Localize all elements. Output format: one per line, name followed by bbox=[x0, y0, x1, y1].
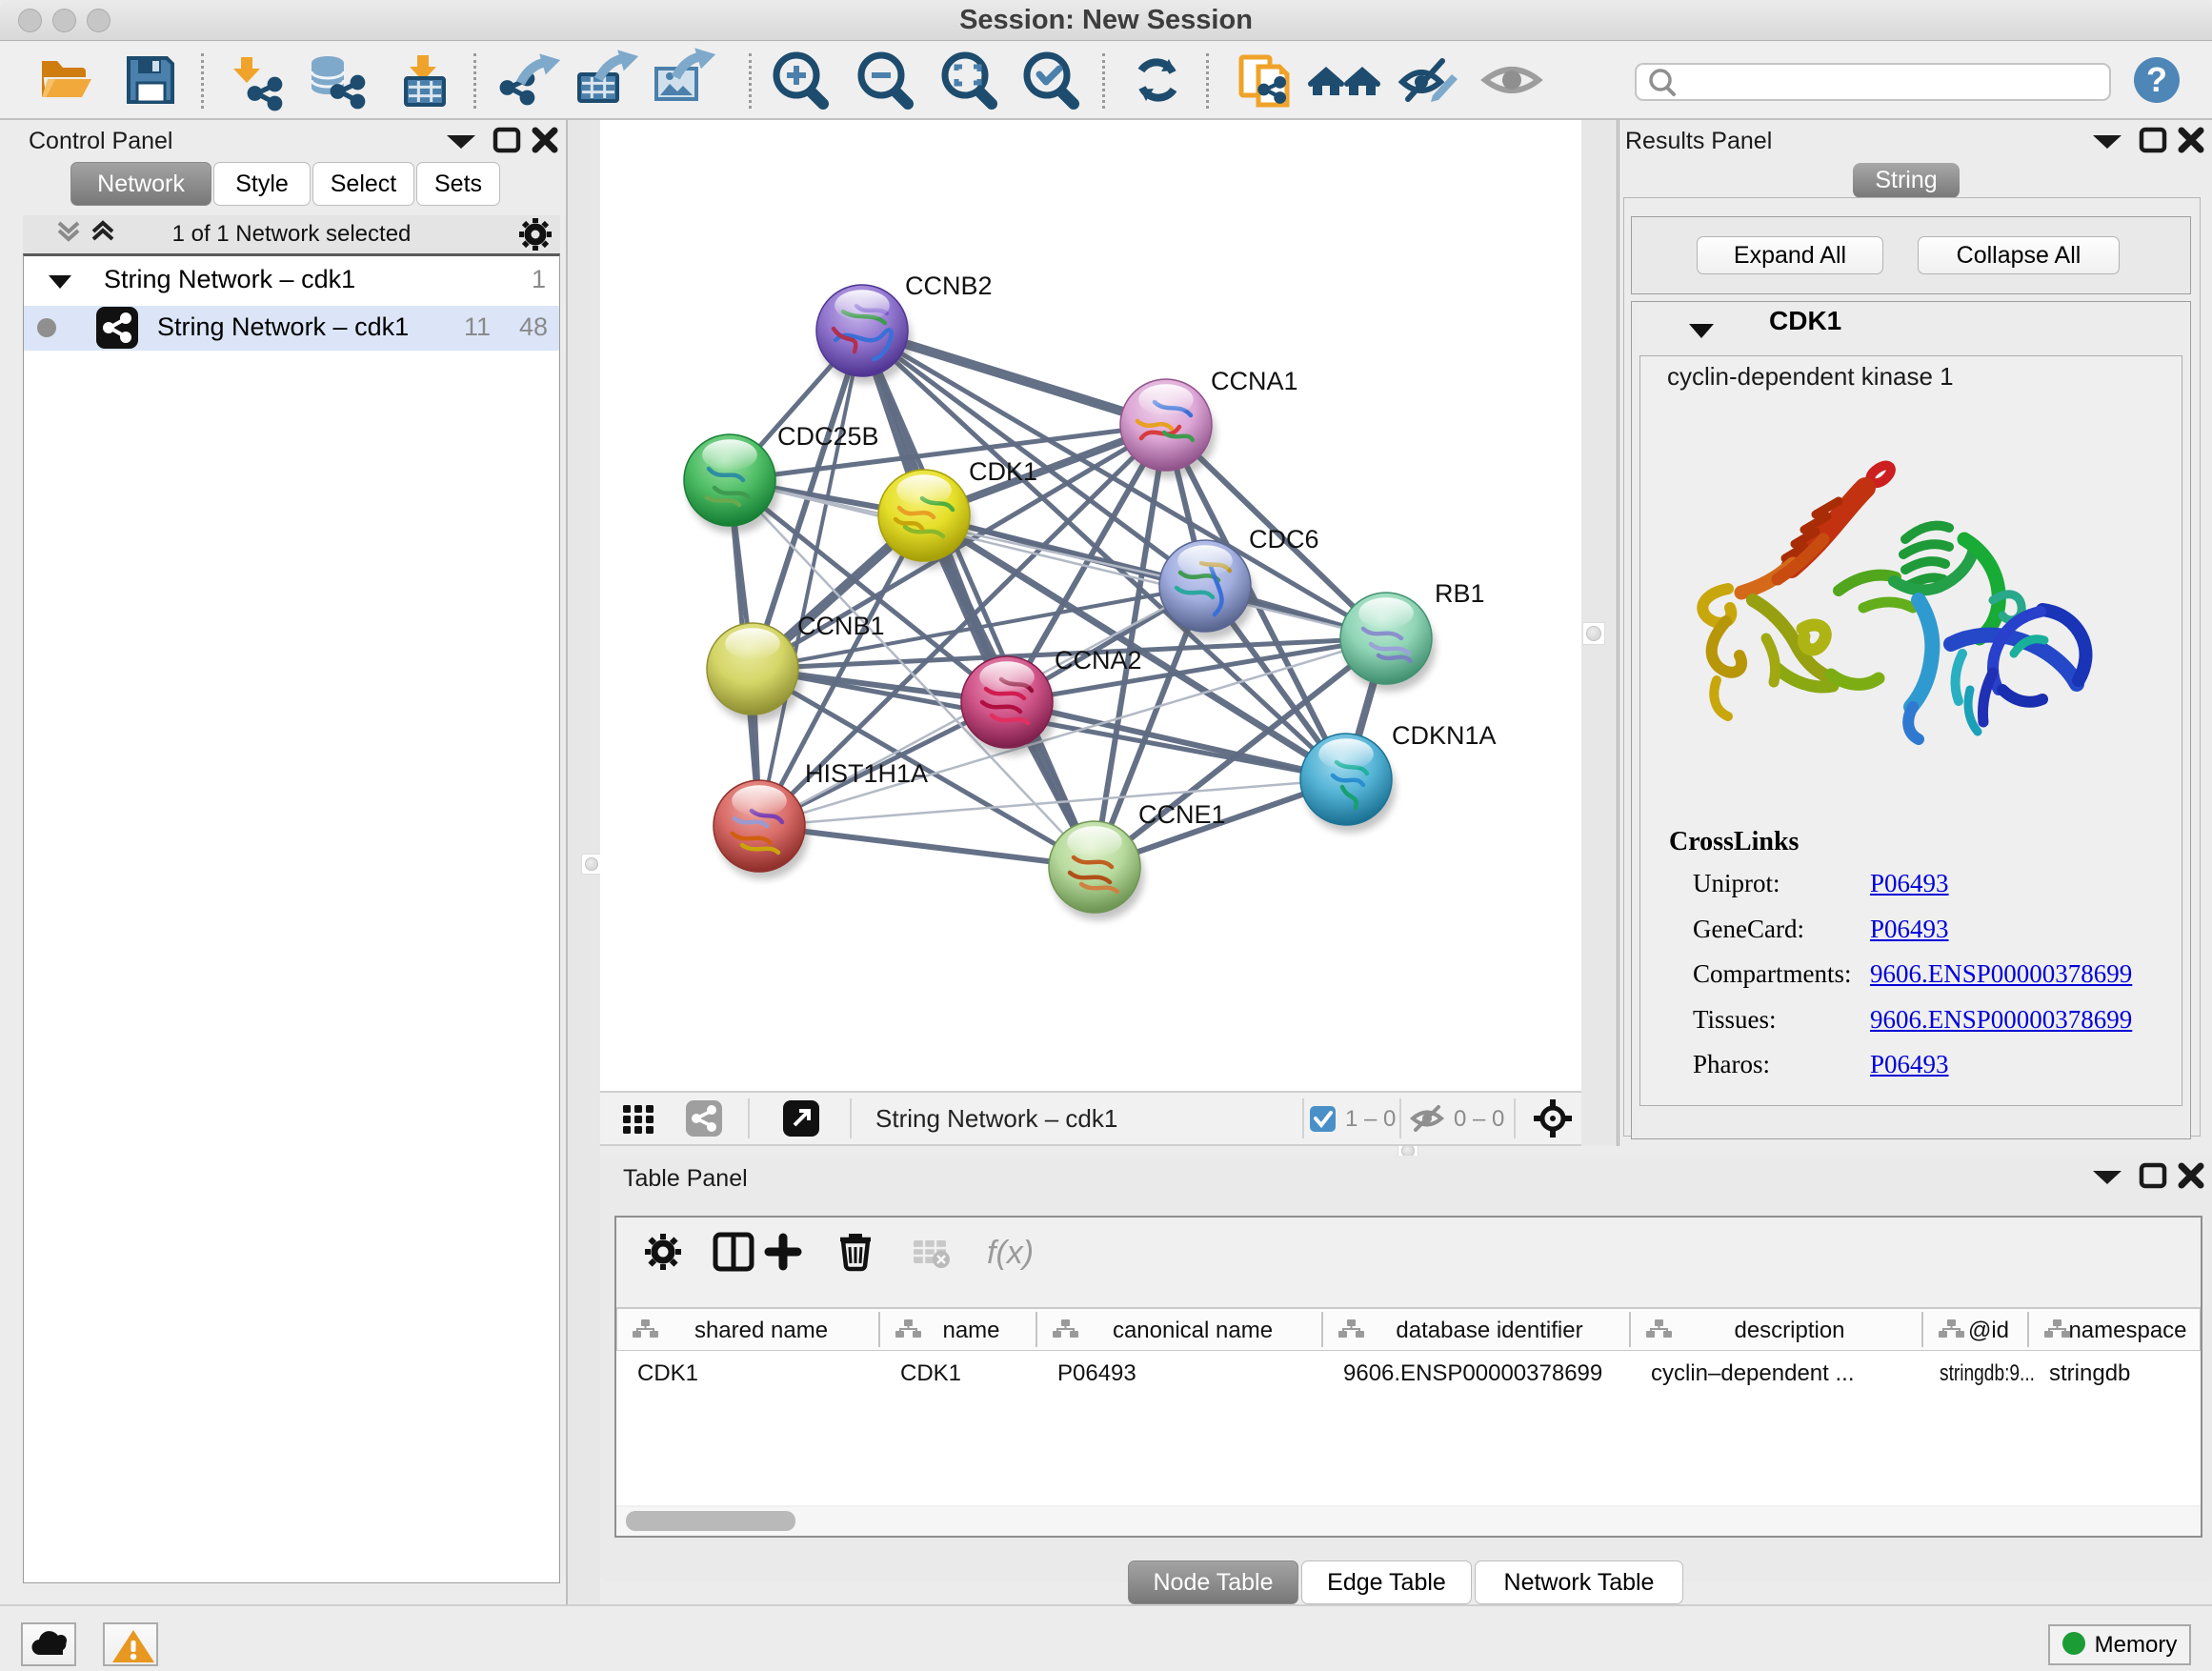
svg-text:stringdb:9...: stringdb:9... bbox=[1940, 1360, 2035, 1386]
svg-text:9606.ENSP00000378699: 9606.ENSP00000378699 bbox=[1343, 1360, 1602, 1386]
svg-text:description: description bbox=[1734, 1318, 1844, 1343]
svg-text:CDC25B: CDC25B bbox=[777, 422, 879, 451]
svg-text:HIST1H1A: HIST1H1A bbox=[805, 759, 928, 788]
svg-text:RB1: RB1 bbox=[1435, 579, 1485, 608]
svg-text:CDK1: CDK1 bbox=[637, 1360, 698, 1386]
svg-text:namespace: namespace bbox=[2068, 1318, 2186, 1343]
svg-text:0 – 0: 0 – 0 bbox=[1454, 1106, 1504, 1132]
svg-text:CDKN1A: CDKN1A bbox=[1392, 721, 1497, 750]
svg-text:stringdb: stringdb bbox=[2049, 1360, 2130, 1386]
svg-text:@id: @id bbox=[1968, 1318, 2009, 1343]
svg-text:CCNA2: CCNA2 bbox=[1055, 646, 1142, 674]
svg-text:f(x): f(x) bbox=[987, 1235, 1034, 1271]
svg-text:?: ? bbox=[2146, 60, 2167, 99]
svg-text:CCNE1: CCNE1 bbox=[1138, 800, 1226, 829]
svg-text:database identifier: database identifier bbox=[1396, 1318, 1582, 1343]
svg-text:CCNB1: CCNB1 bbox=[797, 612, 885, 640]
svg-text:P06493: P06493 bbox=[1057, 1360, 1136, 1386]
svg-text:String Network – cdk1: String Network – cdk1 bbox=[875, 1104, 1117, 1133]
svg-text:name: name bbox=[942, 1318, 999, 1343]
svg-text:CDK1: CDK1 bbox=[900, 1360, 961, 1386]
svg-text:canonical name: canonical name bbox=[1113, 1318, 1273, 1343]
svg-text:CCNA1: CCNA1 bbox=[1211, 367, 1298, 395]
svg-text:CDC6: CDC6 bbox=[1249, 525, 1319, 554]
svg-text:CDK1: CDK1 bbox=[969, 457, 1037, 486]
svg-text:1 – 0: 1 – 0 bbox=[1345, 1106, 1396, 1132]
svg-text:cyclin–dependent ...: cyclin–dependent ... bbox=[1651, 1360, 1854, 1386]
svg-text:shared name: shared name bbox=[694, 1318, 828, 1343]
svg-text:CCNB2: CCNB2 bbox=[905, 272, 993, 300]
